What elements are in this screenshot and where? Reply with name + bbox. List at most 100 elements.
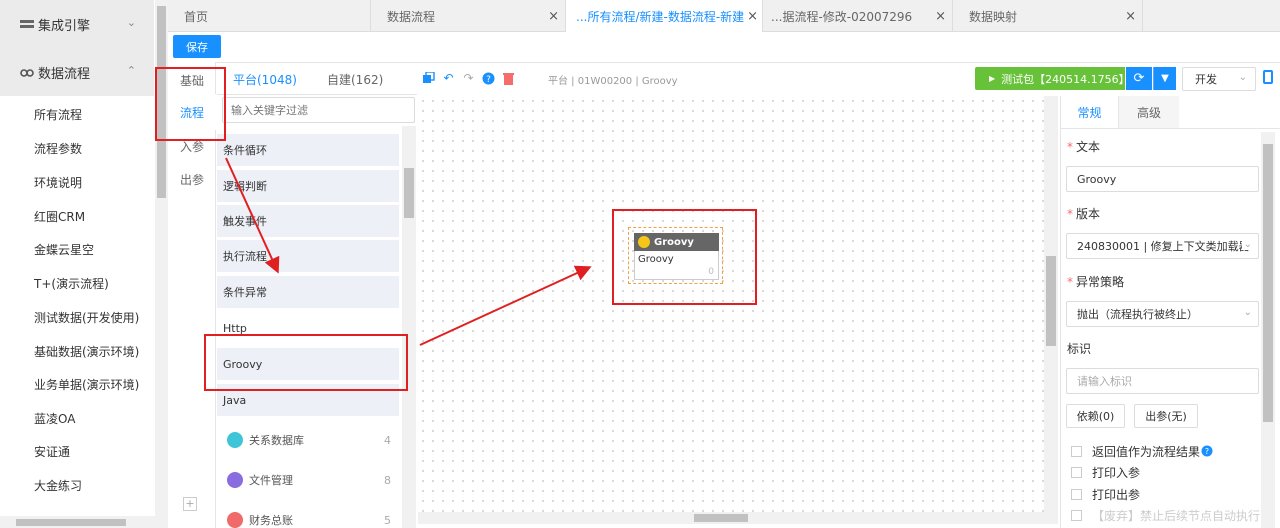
ledger-icon — [227, 512, 243, 528]
nav-group-label: 数据流程 — [38, 66, 91, 82]
strategy-select[interactable]: 抛出（流程执行被终止） ⌄ — [1066, 301, 1259, 327]
nav-item-business-docs[interactable]: 业务单据(演示环境) — [34, 376, 139, 393]
tab-data-mapping[interactable]: 数据映射 × — [953, 0, 1143, 32]
node-breadcrumb: 平台 | 01W00200 | Groovy — [548, 76, 678, 87]
list-item-trigger[interactable]: 触发事件 — [217, 205, 399, 238]
play-icon: ▶ — [989, 74, 996, 83]
tab-advanced[interactable]: 高级 — [1119, 96, 1179, 128]
tab-new-flow[interactable]: ...所有流程/新建-数据流程-新建 × — [566, 0, 763, 32]
tab-data-flow[interactable]: 数据流程 × — [371, 0, 566, 32]
refresh-button[interactable]: ⟳ — [1126, 67, 1152, 90]
scroll-thumb[interactable] — [694, 514, 748, 522]
checkbox[interactable] — [1071, 467, 1082, 478]
tab-platform[interactable]: 平台(1048) — [233, 63, 297, 95]
env-select-value: 开发 — [1195, 73, 1217, 86]
nav-horizontal-scrollbar[interactable] — [0, 516, 155, 528]
tab-general[interactable]: 常规 — [1061, 96, 1119, 128]
scroll-thumb[interactable] — [404, 168, 414, 218]
nav-item-test-data[interactable]: 测试数据(开发使用) — [34, 309, 139, 326]
nav-item-crm[interactable]: 红圈CRM — [34, 208, 85, 225]
more-button[interactable]: ▼ — [1153, 67, 1176, 90]
check-print-input[interactable]: 打印入参 — [1071, 464, 1140, 481]
infinity-icon — [20, 67, 34, 77]
close-icon[interactable]: × — [548, 9, 559, 24]
checkbox[interactable] — [1071, 510, 1082, 521]
scroll-thumb[interactable] — [1046, 256, 1056, 346]
source-tabs: 平台(1048) 自建(162) — [217, 63, 417, 95]
group-file-mgmt[interactable]: 文件管理 8 — [217, 462, 399, 498]
help-icon: ? — [1201, 445, 1213, 460]
test-package-label: 测试包【240514.1756】 — [1001, 72, 1130, 86]
group-label: 文件管理 — [249, 474, 293, 487]
canvas-vertical-scrollbar[interactable] — [1044, 96, 1058, 512]
properties-panel: 常规 高级 * 文本 Groovy * 版本 240830001 | 修复上下文类加… — [1060, 96, 1280, 528]
category-output[interactable]: 出参 — [180, 171, 204, 188]
check-return-as-result[interactable]: 返回值作为流程结果 ? — [1071, 443, 1213, 460]
text-input[interactable]: Groovy — [1066, 166, 1259, 192]
refresh-icon: ⟳ — [1133, 71, 1145, 86]
tab-label: 首页 — [184, 9, 209, 24]
save-button[interactable]: 保存 — [173, 35, 221, 58]
list-item-loop[interactable]: 条件循环 — [217, 134, 399, 167]
component-list: 条件循环 逻辑判断 触发事件 执行流程 条件异常 Http Groovy Jav… — [217, 130, 402, 528]
tab-edit-flow[interactable]: ...据流程-修改-02007296 × — [763, 0, 953, 32]
ident-label: 标识 — [1067, 342, 1092, 356]
nav-item-flow-params[interactable]: 流程参数 — [34, 140, 82, 157]
undo-icon[interactable]: ↶ — [442, 72, 455, 85]
help-icon[interactable]: ? — [482, 72, 495, 85]
nav-item-practice[interactable]: 大金练习 — [34, 477, 82, 494]
scroll-thumb[interactable] — [16, 519, 126, 526]
nav-item-base-data[interactable]: 基础数据(演示环境) — [34, 343, 139, 360]
delete-icon[interactable] — [502, 72, 515, 85]
close-icon[interactable]: × — [747, 9, 758, 24]
strategy-value: 抛出（流程执行被终止） — [1077, 308, 1198, 321]
check-deprecated-stop[interactable]: 【废弃】禁止后续节点自动执行 — [1071, 507, 1260, 524]
properties-scrollbar[interactable] — [1261, 132, 1275, 528]
tab-label: ...所有流程/新建-数据流程-新建 — [576, 9, 745, 24]
checkbox[interactable] — [1071, 489, 1082, 500]
check-label: 打印出参 — [1092, 488, 1141, 502]
canvas-horizontal-scrollbar[interactable] — [418, 512, 1058, 524]
close-icon[interactable]: × — [1125, 9, 1136, 24]
nav-item-tplus[interactable]: T+(演示流程) — [34, 275, 109, 292]
group-count: 4 — [384, 433, 391, 447]
nav-item-env-notes[interactable]: 环境说明 — [34, 174, 82, 191]
output-params-button[interactable]: 出参(无) — [1134, 404, 1198, 428]
nav-item-kingdee[interactable]: 金蝶云星空 — [34, 241, 94, 258]
nav-item-landray-oa[interactable]: 蓝凌OA — [34, 410, 75, 427]
list-scrollbar[interactable] — [402, 126, 416, 528]
close-icon[interactable]: × — [935, 9, 946, 24]
test-package-button[interactable]: ▶ 测试包【240514.1756】 — [975, 67, 1130, 90]
tab-home[interactable]: 首页 — [168, 0, 371, 32]
group-ledger[interactable]: 财务总账 5 — [217, 502, 399, 528]
check-label: 【废弃】禁止后续节点自动执行 — [1092, 509, 1261, 523]
group-label: 关系数据库 — [249, 434, 304, 447]
env-select[interactable]: 开发 ⌄ — [1182, 67, 1256, 91]
add-icon[interactable]: + — [183, 497, 197, 511]
chevron-down-icon: ⌄ — [1241, 239, 1252, 250]
redo-icon[interactable]: ↷ — [462, 72, 475, 85]
depend-button[interactable]: 依赖(0) — [1066, 404, 1125, 428]
filter-input[interactable] — [222, 97, 415, 123]
canvas-toolbar: ↶ ↷ ? — [418, 63, 1058, 95]
chevron-down-icon: ⌄ — [1238, 72, 1247, 83]
nav-group-data-flow[interactable]: 数据流程 ⌃ — [0, 48, 154, 96]
version-select[interactable]: 240830001 | 修复上下文类加载器 ⌄ — [1066, 233, 1259, 259]
list-item-logic[interactable]: 逻辑判断 — [217, 170, 399, 203]
chevron-down-icon: ⌄ — [1243, 307, 1252, 318]
scroll-thumb[interactable] — [1263, 144, 1273, 422]
check-print-output[interactable]: 打印出参 — [1071, 486, 1140, 503]
list-item-exception[interactable]: 条件异常 — [217, 276, 399, 309]
nav-item-all-flows[interactable]: 所有流程 — [34, 106, 82, 123]
clipboard-icon[interactable] — [1263, 70, 1273, 84]
checkbox[interactable] — [1071, 446, 1082, 457]
tab-bar: 首页 数据流程 × ...所有流程/新建-数据流程-新建 × ...据流程-修改… — [168, 0, 1280, 32]
nav-item-anzhengtong[interactable]: 安证通 — [34, 443, 70, 460]
ident-input[interactable]: 请输入标识 — [1066, 368, 1259, 394]
nav-group-integration-engine[interactable]: 集成引擎 ⌄ — [0, 0, 154, 48]
tab-custom[interactable]: 自建(162) — [327, 63, 383, 95]
check-label: 返回值作为流程结果 — [1092, 445, 1201, 459]
list-item-exec-flow[interactable]: 执行流程 — [217, 240, 399, 273]
group-relational-db[interactable]: 关系数据库 4 — [217, 422, 399, 458]
copy-icon[interactable] — [422, 71, 435, 85]
